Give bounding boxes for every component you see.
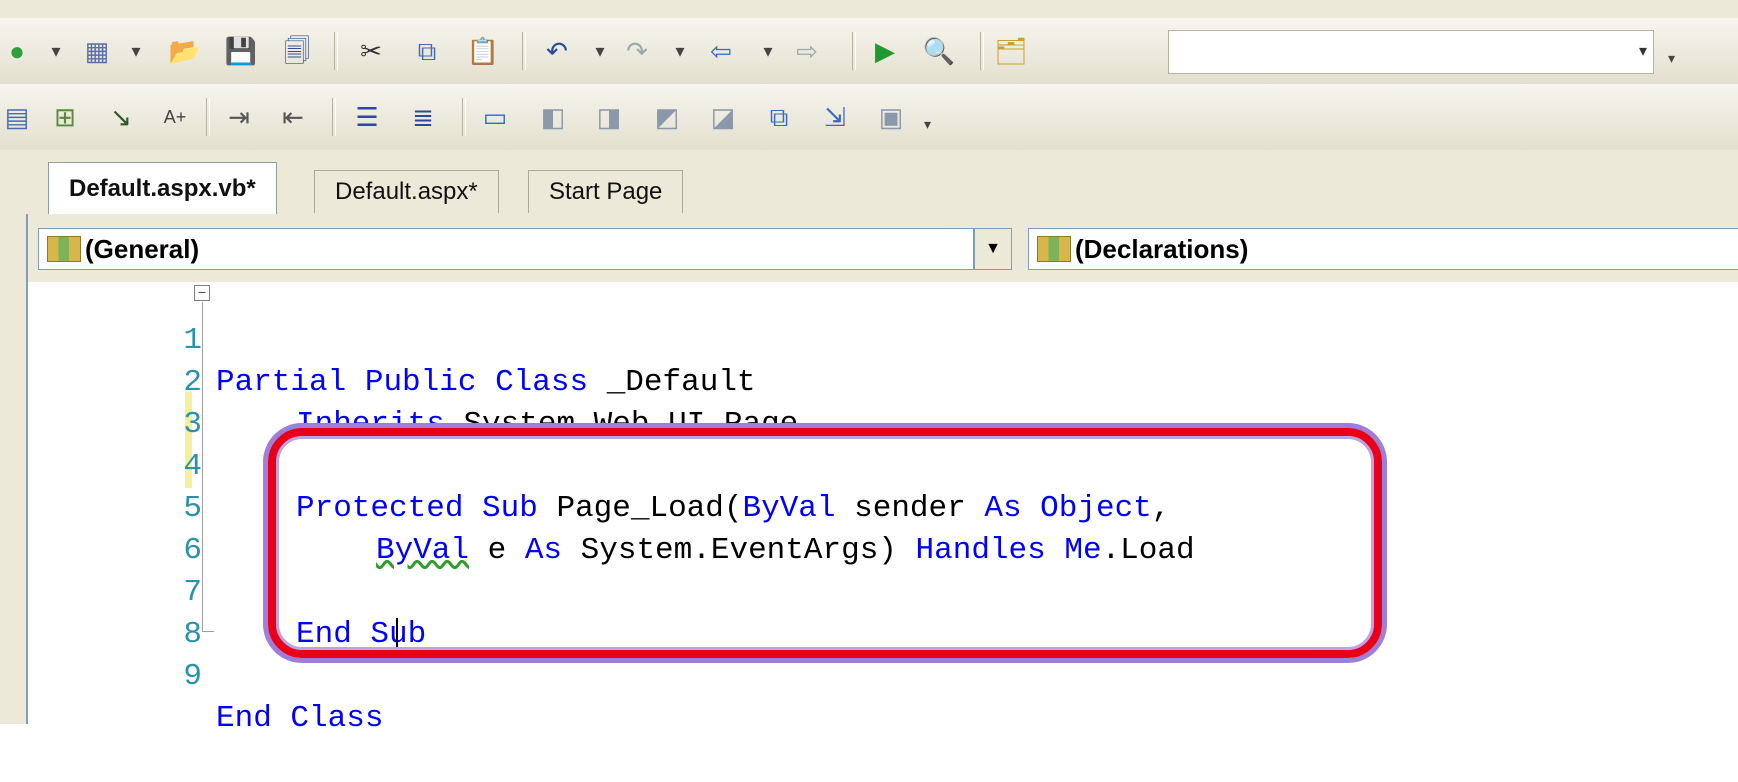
chevron-down-icon[interactable]: ▾: [48, 34, 64, 68]
code-text: End Class: [216, 701, 384, 736]
tab-default-aspx[interactable]: Default.aspx*: [314, 170, 499, 213]
text-editor-toolbar: ▤ ⊞ ↘ A+ ⇥ ⇤ ☰ ≣ ▭ ◧ ◨ ◩ ◪ ⧉ ⇲ ▣ ▾: [0, 84, 1738, 151]
view-properties-icon[interactable]: ▤: [0, 100, 34, 134]
paste-icon[interactable]: 📋: [466, 34, 500, 68]
tab-label: Start Page: [549, 178, 663, 205]
new-project-icon[interactable]: ●: [0, 34, 34, 68]
tab-default-aspx-vb[interactable]: Default.aspx.vb*: [48, 162, 277, 215]
tab-label: Default.aspx.vb*: [69, 175, 256, 202]
toolbar-options-icon[interactable]: ▾: [1668, 50, 1682, 80]
chevron-down-icon[interactable]: ▾: [760, 34, 776, 68]
tab-label: Default.aspx*: [335, 178, 478, 205]
highlight-annotation-box: [268, 428, 1382, 658]
add-item-icon[interactable]: ▦: [80, 34, 114, 68]
font-size-icon[interactable]: A+: [158, 100, 192, 134]
toolbar-separator: [522, 32, 526, 70]
member-icon: [1037, 236, 1071, 262]
class-selector-value: (General): [85, 233, 200, 264]
open-folder-icon[interactable]: 📂: [168, 34, 202, 68]
member-selector-dropdown[interactable]: (Declarations): [1028, 228, 1738, 270]
toolbar-separator: [462, 98, 466, 136]
chevron-down-icon[interactable]: ▾: [1639, 41, 1647, 61]
chevron-down-icon[interactable]: ▾: [672, 34, 688, 68]
document-tabs: Default.aspx.vb* Default.aspx* Start Pag…: [0, 150, 1738, 215]
code-navigation-bar: (General) ▼ (Declarations): [26, 214, 1738, 282]
toolbar-separator: [334, 32, 338, 70]
navigate-forward-icon[interactable]: ⇨: [790, 34, 824, 68]
code-line-1: 1 Partial Public Class _Default: [28, 278, 1728, 400]
undo-icon[interactable]: ↶: [540, 34, 574, 68]
start-debugging-icon[interactable]: ▶: [868, 34, 902, 68]
next-bookmark-folder-icon[interactable]: ◪: [706, 100, 740, 134]
previous-bookmark-icon[interactable]: ◧: [536, 100, 570, 134]
class-selector-arrow[interactable]: ▼: [974, 228, 1012, 270]
next-bookmark-icon[interactable]: ◨: [592, 100, 626, 134]
member-selector-value: (Declarations): [1075, 233, 1249, 264]
line-number: 9: [183, 659, 202, 694]
bookmark-icon[interactable]: ▭: [478, 100, 512, 134]
chevron-down-icon: ▼: [985, 240, 1001, 257]
toolbar-separator: [206, 98, 210, 136]
chevron-down-icon[interactable]: ▾: [592, 34, 608, 68]
solution-explorer-icon[interactable]: 🗂: [994, 34, 1028, 68]
copy-icon[interactable]: ⧉: [410, 34, 444, 68]
standard-toolbar: ● ▾ ▦ ▾ 📂 💾 🗐 ✂ ⧉ 📋 ↶ ▾ ↷ ▾ ⇦ ▾ ⇨ ▶ 🔍 🗂 …: [0, 18, 1738, 85]
toolbar-separator: [980, 32, 984, 70]
comment-icon[interactable]: ☰: [350, 100, 384, 134]
toolbar-separator: [852, 32, 856, 70]
class-selector-dropdown[interactable]: (General): [38, 228, 974, 270]
cut-icon[interactable]: ✂: [354, 34, 388, 68]
toolbar-options-icon[interactable]: ▾: [924, 116, 938, 146]
toggle-bookmark-icon[interactable]: ⇲: [818, 100, 852, 134]
save-all-icon[interactable]: 🗐: [280, 34, 314, 68]
class-icon: [47, 236, 81, 262]
disable-bookmark-icon[interactable]: ▣: [874, 100, 908, 134]
indent-icon[interactable]: ⇥: [222, 100, 256, 134]
uncomment-icon[interactable]: ≣: [406, 100, 440, 134]
code-line-2: 2 Inherits System.Web.UI.Page: [28, 320, 1728, 442]
save-icon[interactable]: 💾: [224, 34, 258, 68]
outdent-icon[interactable]: ⇤: [276, 100, 310, 134]
ide-window: ● ▾ ▦ ▾ 📂 💾 🗐 ✂ ⧉ 📋 ↶ ▾ ↷ ▾ ⇦ ▾ ⇨ ▶ 🔍 🗂 …: [0, 0, 1738, 736]
toolbar-separator: [332, 98, 336, 136]
design-icon[interactable]: ⊞: [48, 100, 82, 134]
previous-bookmark-folder-icon[interactable]: ◩: [650, 100, 684, 134]
chevron-down-icon[interactable]: ▾: [128, 34, 144, 68]
redo-icon[interactable]: ↷: [620, 34, 654, 68]
clear-bookmarks-icon[interactable]: ⧉: [762, 100, 796, 134]
find-in-files-icon[interactable]: 🔍: [922, 34, 956, 68]
tab-order-icon[interactable]: ↘: [104, 100, 138, 134]
navigate-backward-icon[interactable]: ⇦: [704, 34, 738, 68]
code-line-3: 3: [28, 362, 1728, 442]
find-combo-input[interactable]: ▾: [1168, 30, 1654, 74]
tab-start-page[interactable]: Start Page: [528, 170, 684, 213]
